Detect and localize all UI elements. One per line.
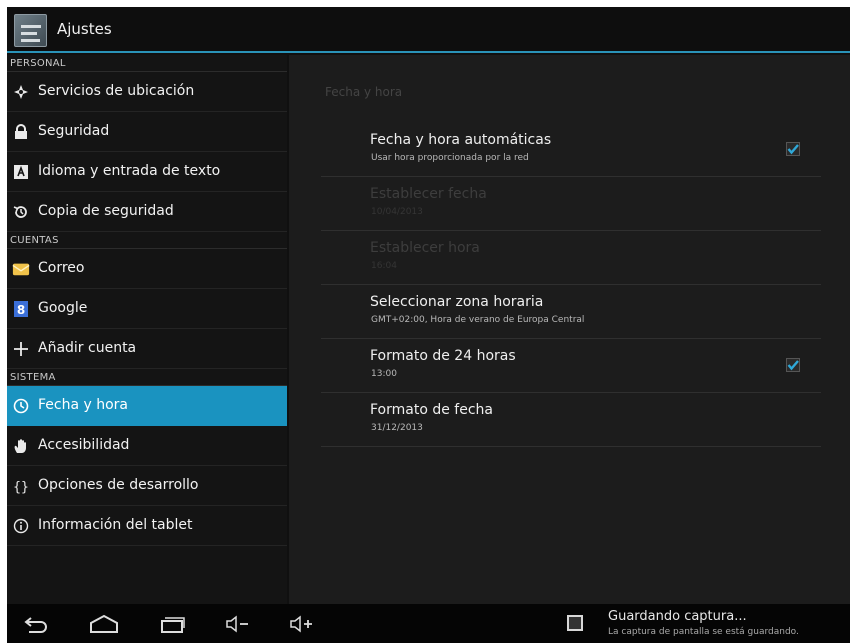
system-navigation-bar: Guardando captura... La captura de panta… xyxy=(7,604,850,643)
sidebar-item-security[interactable]: Seguridad xyxy=(7,112,287,152)
pref-title: Formato de 24 horas xyxy=(370,348,516,364)
pref-date-format[interactable]: Formato de fecha 31/12/2013 xyxy=(321,393,821,447)
sidebar-item-tablet-info[interactable]: Información del tablet xyxy=(7,506,287,546)
pref-summary: 13:00 xyxy=(371,369,397,379)
settings-sidebar: PERSONAL Servicios de ubicación Segurida… xyxy=(7,55,287,604)
home-icon[interactable] xyxy=(87,612,121,636)
sidebar-item-label: Información del tablet xyxy=(38,517,193,533)
sidebar-item-language[interactable]: Idioma y entrada de texto xyxy=(7,152,287,192)
back-icon[interactable] xyxy=(19,612,53,636)
sidebar-item-label: Correo xyxy=(38,260,85,276)
section-header-personal: PERSONAL xyxy=(7,55,287,72)
section-header-system: SISTEMA xyxy=(7,369,287,386)
pref-title: Fecha y hora automáticas xyxy=(370,132,552,148)
sidebar-item-label: Idioma y entrada de texto xyxy=(38,163,221,179)
sidebar-item-label: Fecha y hora xyxy=(38,397,129,413)
pref-set-time: Establecer hora 16:04 xyxy=(321,231,821,285)
google-icon: 8 xyxy=(12,300,30,318)
backup-icon xyxy=(12,203,30,221)
info-icon xyxy=(12,517,30,535)
app-title: Ajustes xyxy=(57,20,112,38)
notification-title: Guardando captura... xyxy=(608,609,747,624)
device-frame: Ajustes PERSONAL Servicios de ubicación … xyxy=(0,0,850,643)
volume-up-icon[interactable] xyxy=(285,612,319,636)
svg-text:8: 8 xyxy=(17,303,25,317)
pref-summary: GMT+02:00, Hora de verano de Europa Cent… xyxy=(371,315,585,325)
sidebar-item-backup[interactable]: Copia de seguridad xyxy=(7,192,287,232)
section-header-accounts: CUENTAS xyxy=(7,232,287,249)
braces-icon: {} xyxy=(12,477,30,495)
sidebar-item-label: Servicios de ubicación xyxy=(38,83,195,99)
plus-icon xyxy=(12,340,30,358)
pref-title: Establecer hora xyxy=(370,240,480,256)
pref-summary: 10/04/2013 xyxy=(371,207,423,217)
pref-title: Seleccionar zona horaria xyxy=(370,294,544,310)
action-bar: Ajustes xyxy=(7,7,850,53)
sidebar-item-google[interactable]: 8 Google xyxy=(7,289,287,329)
sidebar-item-label: Accesibilidad xyxy=(38,437,130,453)
sidebar-item-location[interactable]: Servicios de ubicación xyxy=(7,72,287,112)
pref-summary: 16:04 xyxy=(371,261,397,271)
clock-icon xyxy=(12,397,30,415)
settings-app-icon[interactable] xyxy=(14,14,47,47)
checkbox-checked[interactable] xyxy=(785,357,801,373)
sidebar-item-label: Google xyxy=(38,300,88,316)
sidebar-item-add-account[interactable]: Añadir cuenta xyxy=(7,329,287,369)
notification-subtitle: La captura de pantalla se está guardando… xyxy=(608,627,799,637)
sidebar-item-label: Opciones de desarrollo xyxy=(38,477,199,493)
pref-summary: 31/12/2013 xyxy=(371,423,423,433)
volume-down-icon[interactable] xyxy=(221,612,255,636)
language-icon xyxy=(12,163,30,181)
location-icon xyxy=(12,83,30,101)
date-time-panel: Fecha y hora Fecha y hora automáticas Us… xyxy=(289,55,850,604)
sidebar-item-label: Copia de seguridad xyxy=(38,203,174,219)
recents-icon[interactable] xyxy=(155,612,189,636)
sidebar-item-developer-options[interactable]: {} Opciones de desarrollo xyxy=(7,466,287,506)
pref-time-zone[interactable]: Seleccionar zona horaria GMT+02:00, Hora… xyxy=(321,285,821,339)
mail-icon xyxy=(12,260,30,278)
pref-set-date: Establecer fecha 10/04/2013 xyxy=(321,177,821,231)
pref-title: Establecer fecha xyxy=(370,186,487,202)
screen: Ajustes PERSONAL Servicios de ubicación … xyxy=(7,7,850,643)
lock-icon xyxy=(12,123,30,141)
sidebar-item-accessibility[interactable]: Accesibilidad xyxy=(7,426,287,466)
pref-24-hour-format[interactable]: Formato de 24 horas 13:00 xyxy=(321,339,821,393)
sidebar-item-mail[interactable]: Correo xyxy=(7,249,287,289)
pref-summary: Usar hora proporcionada por la red xyxy=(371,153,529,163)
sidebar-item-label: Seguridad xyxy=(38,123,110,139)
sidebar-item-date-time[interactable]: Fecha y hora xyxy=(7,386,287,426)
hand-icon xyxy=(12,437,30,455)
checkbox-checked[interactable] xyxy=(785,141,801,157)
pref-title: Formato de fecha xyxy=(370,402,493,418)
pref-auto-date-time[interactable]: Fecha y hora automáticas Usar hora propo… xyxy=(321,123,821,177)
panel-heading: Fecha y hora xyxy=(325,85,403,99)
svg-text:{}: {} xyxy=(13,480,29,494)
screenshot-notification-icon[interactable] xyxy=(567,615,583,631)
sidebar-item-label: Añadir cuenta xyxy=(38,340,137,356)
